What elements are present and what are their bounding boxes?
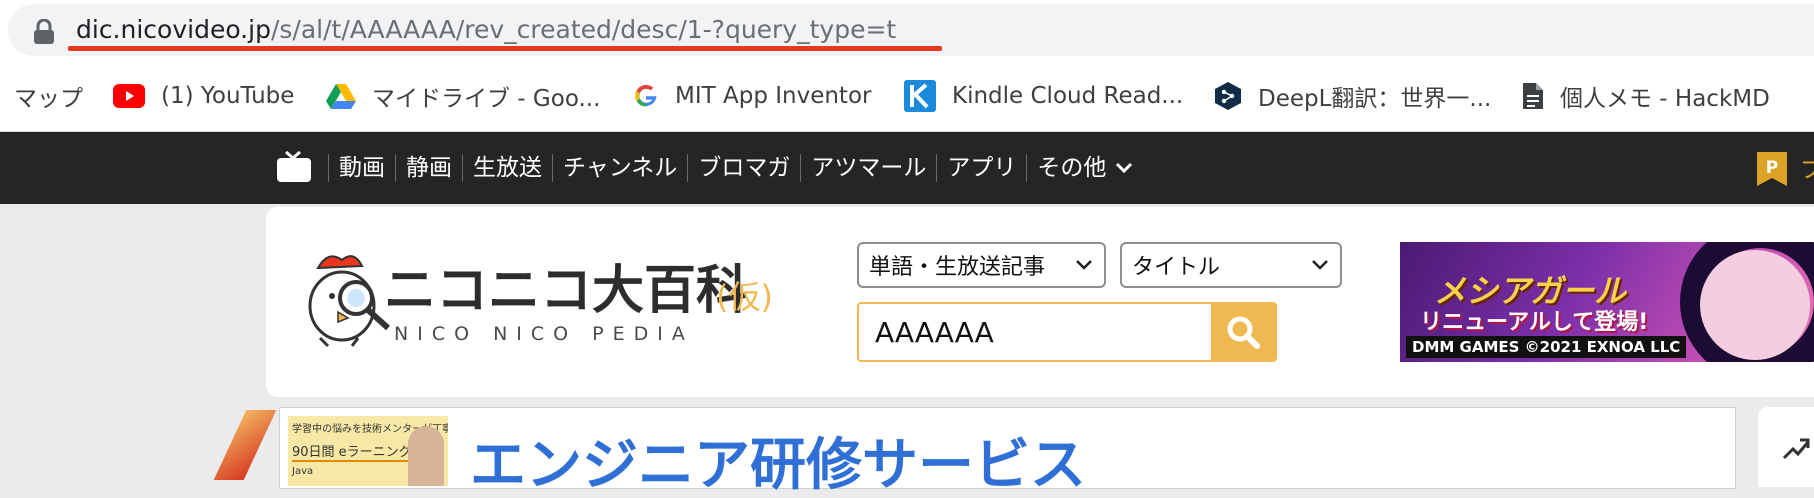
- google-drive-icon: [326, 84, 356, 109]
- left-decoration: [213, 410, 277, 480]
- niconico-tv-icon[interactable]: [276, 150, 312, 184]
- url-text[interactable]: dic.nicovideo.jp/s/al/t/AAAAAA/rev_creat…: [76, 12, 896, 48]
- nav-item-more-label: その他: [1037, 155, 1107, 181]
- ad-thumb-line2: 90日間 eラーニング: [292, 441, 412, 462]
- field-select[interactable]: タイトル: [1120, 242, 1342, 288]
- chevron-down-icon: [1076, 260, 1092, 270]
- bookmark-mit-app-inventor[interactable]: MIT App Inventor: [633, 61, 871, 131]
- game-banner-ad[interactable]: メシアガール リニューアルして登場! DMM GAMES ©2021 EXNOA…: [1400, 242, 1814, 362]
- field-select-value: タイトル: [1132, 255, 1221, 280]
- bookmark-hackmd[interactable]: 個人メモ - HackMD: [1522, 61, 1770, 131]
- search-input[interactable]: [859, 304, 1217, 360]
- bookmark-youtube[interactable]: (1) YouTube: [113, 61, 294, 131]
- bookmark-label: (1) YouTube: [161, 83, 295, 109]
- nav-item-channel[interactable]: チャンネル: [552, 154, 687, 182]
- bookmark-label: 個人メモ - HackMD: [1560, 86, 1770, 112]
- kindle-icon: [904, 80, 936, 112]
- document-icon: [1523, 83, 1543, 109]
- youtube-icon: [113, 84, 145, 108]
- bookmark-label: DeepL翻訳：世界一...: [1258, 86, 1492, 112]
- search-button[interactable]: [1211, 304, 1275, 360]
- deepl-icon: [1215, 82, 1241, 110]
- nav-item-blomaga[interactable]: ブロマガ: [687, 154, 800, 182]
- svg-text:P: P: [1766, 158, 1778, 178]
- nav-item-live[interactable]: 生放送: [462, 154, 552, 182]
- nav-item-seiga[interactable]: 静画: [395, 154, 462, 182]
- bookmark-label: MIT App Inventor: [675, 83, 872, 109]
- category-select-value: 単語・生放送記事: [869, 255, 1046, 280]
- banner-subtitle: リニューアルして登場!: [1420, 310, 1649, 335]
- bookmark-label: マップ: [14, 86, 83, 112]
- ad-thumb-line3: Java: [292, 466, 314, 477]
- url-path: /s/al/t/AAAAAA/rev_created/desc/1-?query…: [270, 15, 897, 44]
- bookmark-label: マイドライブ - Goo...: [372, 86, 601, 112]
- logo-tag-text: (仮): [716, 278, 773, 316]
- logo-main-text: ニコニコ大百科: [384, 261, 748, 321]
- bookmark-kindle[interactable]: Kindle Cloud Read...: [904, 61, 1183, 131]
- search-icon: [1227, 316, 1260, 349]
- premium-badge-icon[interactable]: P: [1757, 152, 1787, 186]
- bookmark-label: Kindle Cloud Read...: [952, 83, 1184, 109]
- trending-up-icon[interactable]: [1782, 434, 1810, 462]
- lock-icon[interactable]: [33, 19, 55, 45]
- url-highlight-underline: [68, 46, 942, 51]
- nico-nav: 動画 静画 生放送 チャンネル ブロマガ アツマール アプリ その他: [328, 132, 1144, 204]
- url-host: dic.nicovideo.jp: [76, 15, 271, 44]
- bookmark-deepl[interactable]: DeepL翻訳：世界一...: [1214, 61, 1491, 131]
- nav-item-more[interactable]: その他: [1026, 154, 1144, 182]
- training-ad-title[interactable]: エンジニア研修サービス: [470, 436, 1086, 496]
- bookmark-maps[interactable]: マップ: [14, 61, 83, 131]
- banner-character-image: [1700, 250, 1810, 360]
- ad-person-image: [408, 426, 444, 486]
- training-ad-thumbnail[interactable]: 学習中の悩みを技術メンターが丁寧に対応! 90日間 eラーニング Java: [288, 416, 448, 486]
- premium-link-text[interactable]: プ: [1800, 150, 1814, 184]
- logo-sub-text: NICO NICO PEDIA: [394, 323, 694, 345]
- google-icon: [635, 84, 657, 107]
- nav-item-video[interactable]: 動画: [328, 154, 395, 182]
- nicopedia-logo[interactable]: ニコニコ大百科 (仮) NICO NICO PEDIA: [298, 248, 788, 348]
- chevron-down-icon: [1116, 162, 1133, 174]
- chevron-down-icon: [1312, 260, 1328, 270]
- nav-item-atsumaru[interactable]: アツマール: [800, 154, 936, 182]
- search-box: [857, 302, 1277, 362]
- nav-item-app[interactable]: アプリ: [936, 154, 1026, 182]
- bookmark-google-drive[interactable]: マイドライブ - Goo...: [326, 61, 600, 131]
- category-select[interactable]: 単語・生放送記事: [857, 242, 1106, 288]
- nicopedia-mascot-icon: [308, 255, 391, 348]
- banner-brand: DMM GAMES ©2021 EXNOA LLC: [1406, 336, 1687, 358]
